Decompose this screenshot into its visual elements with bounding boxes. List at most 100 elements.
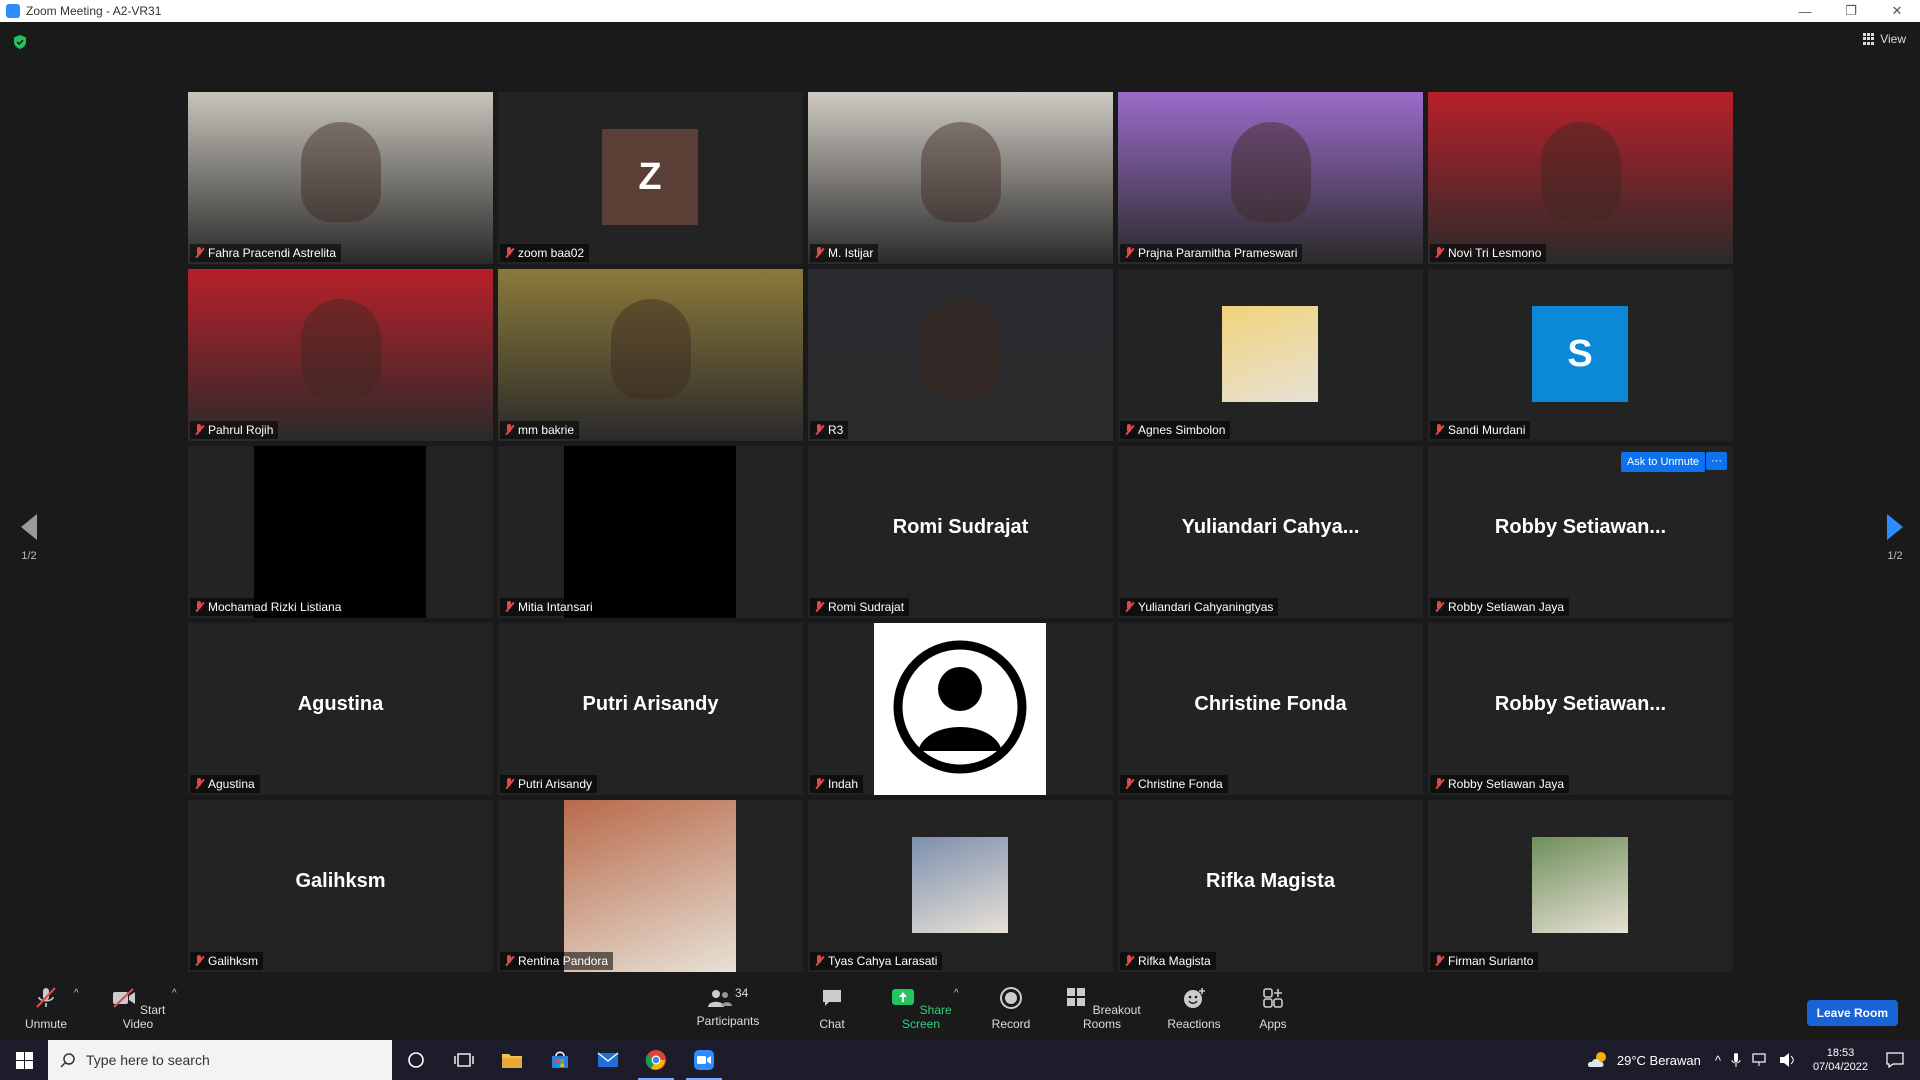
participant-tile[interactable]: Zzoom baa02 [498, 92, 803, 264]
participant-name-tag: Robby Setiawan Jaya [1430, 598, 1570, 616]
file-explorer-app[interactable] [488, 1040, 536, 1080]
taskbar-search[interactable]: Type here to search [48, 1040, 392, 1080]
participant-name-tag: mm bakrie [500, 421, 580, 439]
participant-name: Novi Tri Lesmono [1448, 246, 1542, 260]
windows-logo-icon [15, 1051, 33, 1069]
muted-microphone-icon [1434, 955, 1444, 967]
participant-name: Robby Setiawan Jaya [1448, 777, 1565, 791]
muted-microphone-icon [194, 247, 204, 259]
muted-microphone-icon [1434, 601, 1444, 613]
muted-microphone-icon [504, 424, 514, 436]
share-options-caret[interactable]: ^ [954, 988, 959, 999]
participant-tile[interactable]: Galihksm Galihksm [188, 800, 493, 972]
participant-tile[interactable]: Fahra Pracendi Astrelita [188, 92, 493, 264]
next-page-button[interactable]: 1/2 [1880, 514, 1910, 562]
participant-tile[interactable]: Christine Fonda Christine Fonda [1118, 623, 1423, 795]
unmute-button[interactable]: Unmute [22, 986, 70, 1031]
participant-tile[interactable]: M. Istijar [808, 92, 1113, 264]
breakout-rooms-label: Breakout Rooms [1082, 1003, 1141, 1031]
page-indicator-right: 1/2 [1887, 550, 1903, 562]
participant-tile[interactable]: Agnes Simbolon [1118, 269, 1423, 441]
microsoft-store-app[interactable] [536, 1040, 584, 1080]
participant-tile[interactable]: S Sandi Murdani [1428, 269, 1733, 441]
leave-room-button[interactable]: Leave Room [1806, 1000, 1898, 1026]
clock-time: 18:53 [1826, 1047, 1855, 1059]
system-tray: 29°C Berawan ^ 18:53 07/04/2022 [1587, 1040, 1920, 1080]
participant-tile[interactable]: Rentina Pandora [498, 800, 803, 972]
view-button[interactable]: View [1863, 32, 1906, 46]
smiley-icon [1184, 988, 1205, 1008]
record-button[interactable]: Record [990, 986, 1032, 1031]
participant-video [188, 92, 493, 264]
notification-icon[interactable] [1886, 1052, 1904, 1068]
participant-name-tag: M. Istijar [810, 244, 879, 262]
video-off-icon [112, 988, 135, 1008]
chevron-up-icon[interactable]: ^ [1715, 1053, 1721, 1068]
participant-tile[interactable]: Novi Tri Lesmono [1428, 92, 1733, 264]
restore-button[interactable]: ❐ [1828, 0, 1874, 22]
participant-tile[interactable]: mm bakrie [498, 269, 803, 441]
minimize-button[interactable]: — [1782, 0, 1828, 22]
network-icon[interactable] [1751, 1053, 1769, 1067]
participant-name-tag: Mitia Intansari [500, 598, 598, 616]
participant-name: Indah [828, 777, 859, 791]
taskbar-clock[interactable]: 18:53 07/04/2022 [1813, 1046, 1868, 1074]
participant-name-tag: Indah [810, 775, 864, 793]
microphone-tray-icon[interactable] [1731, 1052, 1741, 1068]
participant-name-tag: Putri Arisandy [500, 775, 598, 793]
participants-button[interactable]: 34 Participants [692, 986, 764, 1028]
shield-icon[interactable] [12, 34, 28, 50]
reactions-label: Reactions [1167, 1017, 1221, 1031]
apps-button[interactable]: Apps [1252, 986, 1294, 1031]
previous-page-button[interactable]: 1/2 [14, 514, 44, 562]
volume-icon[interactable] [1779, 1052, 1797, 1068]
start-button[interactable] [0, 1040, 48, 1080]
participant-tile[interactable]: Romi Sudrajat Romi Sudrajat [808, 446, 1113, 618]
chrome-app[interactable] [632, 1040, 680, 1080]
chat-button[interactable]: Chat [812, 986, 852, 1031]
video-options-caret[interactable]: ^ [172, 988, 177, 999]
task-view-button[interactable] [440, 1040, 488, 1080]
start-video-button[interactable]: Start Video [106, 986, 170, 1031]
participant-tile[interactable]: Indah [808, 623, 1113, 795]
audio-options-caret[interactable]: ^ [74, 988, 79, 999]
participant-tile[interactable]: Yuliandari Cahya... Yuliandari Cahyaningt… [1118, 446, 1423, 618]
cortana-button[interactable] [392, 1040, 440, 1080]
apps-icon [1263, 988, 1283, 1008]
participant-tile[interactable]: Robby Setiawan... Ask to Unmute ··· Robby S… [1428, 446, 1733, 618]
participant-tile[interactable]: R3 [808, 269, 1113, 441]
participant-tile[interactable]: Tyas Cahya Larasati [808, 800, 1113, 972]
ask-to-unmute-button[interactable]: Ask to Unmute [1620, 452, 1705, 472]
participant-tile[interactable]: Firman Surianto [1428, 800, 1733, 972]
zoom-app-icon [6, 4, 20, 18]
muted-microphone-icon [504, 778, 514, 790]
close-button[interactable]: ✕ [1874, 0, 1920, 22]
more-options-button[interactable]: ··· [1706, 452, 1727, 470]
participant-tile[interactable]: Putri Arisandy Putri Arisandy [498, 623, 803, 795]
participant-tile[interactable]: Pahrul Rojih [188, 269, 493, 441]
participant-name-tag: Agustina [190, 775, 260, 793]
participant-name: Robby Setiawan Jaya [1448, 600, 1565, 614]
participant-name-tag: Rentina Pandora [500, 952, 614, 970]
participant-tile[interactable]: Prajna Paramitha Prameswari [1118, 92, 1423, 264]
zoom-taskbar-app[interactable] [680, 1040, 728, 1080]
muted-microphone-icon [814, 778, 824, 790]
windows-taskbar: Type here to search 29°C Berawan ^ 18:53… [0, 1040, 1920, 1080]
mail-app[interactable] [584, 1040, 632, 1080]
participant-tile[interactable]: Mochamad Rizki Listiana [188, 446, 493, 618]
user-profile-icon [893, 640, 1027, 774]
participant-tile[interactable]: Agustina Agustina [188, 623, 493, 795]
window-titlebar: Zoom Meeting - A2-VR31 — ❐ ✕ [0, 0, 1920, 22]
breakout-rooms-button[interactable]: Breakout Rooms [1058, 986, 1146, 1031]
participant-tile[interactable]: Robby Setiawan... Robby Setiawan Jaya [1428, 623, 1733, 795]
search-icon [60, 1053, 75, 1068]
search-placeholder: Type here to search [86, 1052, 210, 1068]
store-icon [552, 1051, 568, 1068]
participant-name-tag: Fahra Pracendi Astrelita [190, 244, 342, 262]
weather-text[interactable]: 29°C Berawan [1617, 1053, 1701, 1068]
participant-tile[interactable]: Rifka Magista Rifka Magista [1118, 800, 1423, 972]
muted-microphone-icon [194, 955, 204, 967]
share-screen-button[interactable]: Share Screen [884, 986, 958, 1031]
reactions-button[interactable]: Reactions [1166, 986, 1222, 1031]
participant-tile[interactable]: Mitia Intansari [498, 446, 803, 618]
